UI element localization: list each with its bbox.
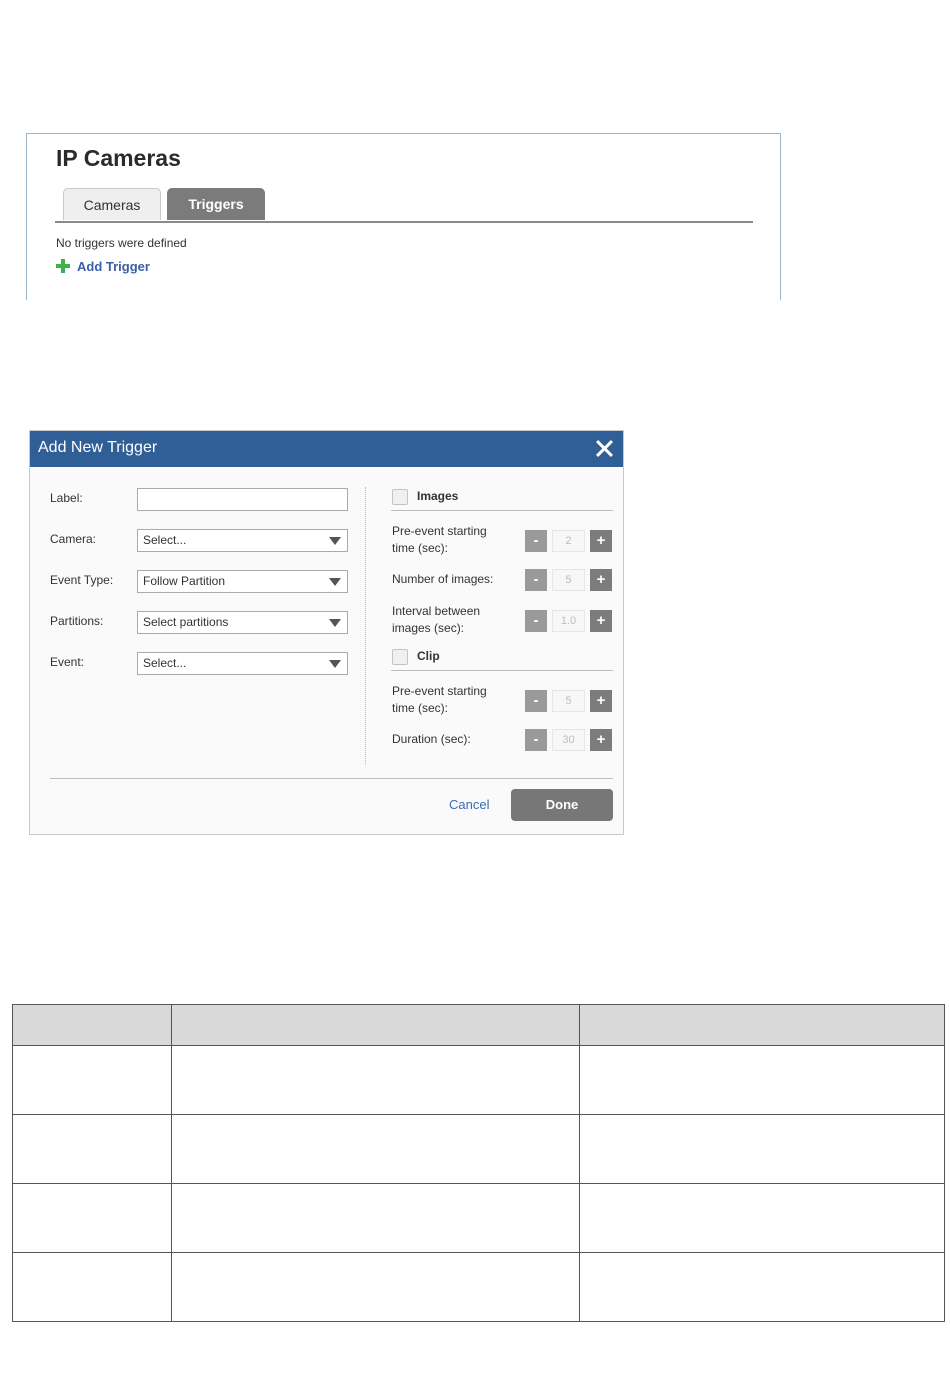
- add-trigger-dialog: Add New Trigger Label: Camera: Select...…: [29, 430, 624, 835]
- increment-button[interactable]: +: [590, 569, 612, 591]
- table-cell: [579, 1045, 945, 1115]
- images-section-label: Images: [417, 489, 459, 503]
- plus-icon: [55, 258, 71, 274]
- event-type-select[interactable]: Follow Partition: [137, 570, 348, 593]
- event-field-label: Event:: [50, 655, 85, 669]
- add-trigger-label: Add Trigger: [77, 258, 150, 274]
- table-cell: [12, 1045, 172, 1115]
- table-row: [12, 1183, 945, 1253]
- clip-duration-stepper: - 30 +: [525, 729, 613, 751]
- label-input[interactable]: [137, 488, 348, 511]
- clip-pre-event-stepper: - 5 +: [525, 690, 613, 712]
- camera-field-label: Camera:: [50, 532, 97, 546]
- table-cell: [12, 1252, 172, 1322]
- table-cell: [171, 1114, 580, 1184]
- images-interval-stepper: - 1.0 +: [525, 610, 613, 632]
- table-cell: [579, 1183, 945, 1253]
- footer-divider: [50, 778, 613, 779]
- chevron-down-icon: [329, 537, 341, 545]
- table-row: [12, 1252, 945, 1322]
- images-count-stepper: - 5 +: [525, 569, 613, 591]
- increment-button[interactable]: +: [590, 690, 612, 712]
- clip-duration-value[interactable]: 30: [552, 729, 585, 751]
- close-icon[interactable]: [593, 437, 615, 459]
- images-section-header: Images: [391, 488, 613, 511]
- decrement-button[interactable]: -: [525, 729, 547, 751]
- tab-bar: Cameras Triggers: [55, 188, 753, 223]
- table-cell: [12, 1183, 172, 1253]
- increment-button[interactable]: +: [590, 610, 612, 632]
- ip-cameras-panel: IP Cameras Cameras Triggers No triggers …: [26, 133, 781, 300]
- add-trigger-link[interactable]: Add Trigger: [55, 258, 150, 274]
- increment-button[interactable]: +: [590, 729, 612, 751]
- chevron-down-icon: [329, 660, 341, 668]
- dialog-header: Add New Trigger: [30, 431, 623, 467]
- images-checkbox[interactable]: [392, 489, 408, 505]
- table-cell: [171, 1183, 580, 1253]
- decrement-button[interactable]: -: [525, 610, 547, 632]
- done-button[interactable]: Done: [511, 789, 613, 821]
- decrement-button[interactable]: -: [525, 530, 547, 552]
- table-header-cell: [579, 1004, 945, 1046]
- partitions-field-label: Partitions:: [50, 614, 104, 628]
- clip-checkbox[interactable]: [392, 649, 408, 665]
- table-cell: [12, 1114, 172, 1184]
- camera-select[interactable]: Select...: [137, 529, 348, 552]
- event-type-select-value: Follow Partition: [143, 574, 226, 588]
- partitions-select-value: Select partitions: [143, 615, 229, 629]
- table-cell: [579, 1114, 945, 1184]
- tab-cameras[interactable]: Cameras: [63, 188, 161, 220]
- chevron-down-icon: [329, 578, 341, 586]
- clip-duration-label: Duration (sec):: [392, 732, 471, 746]
- tab-triggers[interactable]: Triggers: [167, 188, 265, 220]
- clip-section-label: Clip: [417, 649, 440, 663]
- column-divider: [365, 487, 366, 765]
- images-pre-event-value[interactable]: 2: [552, 530, 585, 552]
- images-pre-event-label: Pre-event starting time (sec):: [392, 524, 487, 555]
- cancel-button[interactable]: Cancel: [449, 797, 489, 812]
- empty-triggers-message: No triggers were defined: [56, 236, 187, 250]
- decrement-button[interactable]: -: [525, 690, 547, 712]
- table-header-cell: [12, 1004, 172, 1046]
- clip-pre-event-value[interactable]: 5: [552, 690, 585, 712]
- images-interval-value[interactable]: 1.0: [552, 610, 585, 632]
- table-cell: [579, 1252, 945, 1322]
- dialog-title: Add New Trigger: [38, 439, 158, 456]
- increment-button[interactable]: +: [590, 530, 612, 552]
- clip-pre-event-label: Pre-event starting time (sec):: [392, 684, 487, 715]
- table-cell: [171, 1045, 580, 1115]
- event-type-field-label: Event Type:: [50, 573, 114, 587]
- event-select-value: Select...: [143, 656, 187, 670]
- images-pre-event-stepper: - 2 +: [525, 530, 613, 552]
- label-field-label: Label:: [50, 491, 83, 505]
- images-count-label: Number of images:: [392, 572, 494, 586]
- table-row: [12, 1045, 945, 1115]
- table-header-cell: [171, 1004, 580, 1046]
- table-row: [12, 1114, 945, 1184]
- camera-select-value: Select...: [143, 533, 187, 547]
- data-table: [12, 1004, 945, 1322]
- images-interval-label: Interval between images (sec):: [392, 604, 481, 635]
- page-title: IP Cameras: [56, 145, 181, 171]
- event-select[interactable]: Select...: [137, 652, 348, 675]
- table-cell: [171, 1252, 580, 1322]
- images-count-value[interactable]: 5: [552, 569, 585, 591]
- chevron-down-icon: [329, 619, 341, 627]
- clip-section-header: Clip: [391, 648, 613, 671]
- partitions-select[interactable]: Select partitions: [137, 611, 348, 634]
- decrement-button[interactable]: -: [525, 569, 547, 591]
- table-header-row: [12, 1004, 945, 1046]
